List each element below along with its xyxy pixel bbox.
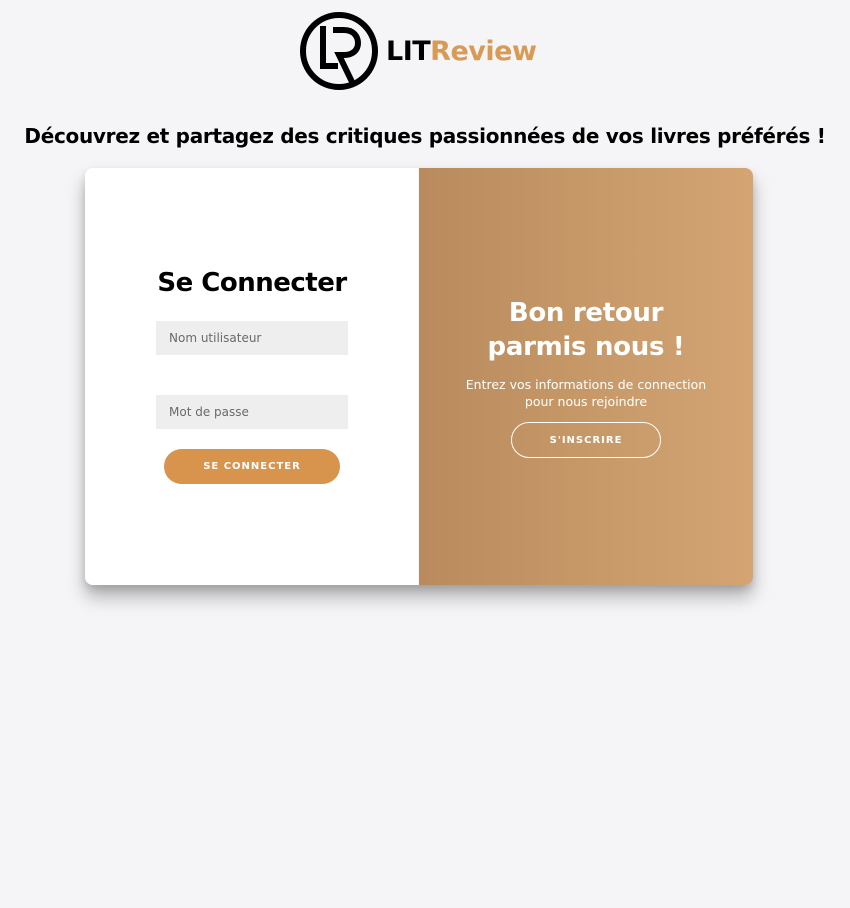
welcome-title-line2: parmis nous !: [487, 332, 685, 362]
welcome-title: Bon retour parmis nous !: [419, 296, 753, 364]
login-title: Se Connecter: [157, 268, 347, 298]
login-form: Se Connecter SE CONNECTER: [85, 168, 419, 585]
welcome-text-line2: pour nous rejoindre: [524, 394, 648, 409]
login-button[interactable]: SE CONNECTER: [164, 449, 340, 484]
welcome-title-line1: Bon retour: [508, 298, 664, 328]
page-tagline: Découvrez et partagez des critiques pass…: [24, 124, 826, 148]
brand-name-review: Review: [430, 35, 537, 67]
register-button[interactable]: S'INSCRIRE: [511, 422, 661, 458]
welcome-text: Entrez vos informations de connection po…: [419, 376, 753, 410]
brand-name: LIT Review: [386, 35, 537, 67]
welcome-panel: Bon retour parmis nous ! Entrez vos info…: [419, 168, 753, 585]
password-input[interactable]: [156, 395, 348, 429]
username-input[interactable]: [156, 321, 348, 355]
lr-monogram-icon: [300, 12, 378, 90]
auth-card: Se Connecter SE CONNECTER Bon retour par…: [85, 168, 753, 585]
brand-name-lit: LIT: [386, 35, 431, 67]
welcome-text-line1: Entrez vos informations de connection: [465, 377, 707, 392]
brand-logo: LIT Review: [298, 10, 537, 92]
